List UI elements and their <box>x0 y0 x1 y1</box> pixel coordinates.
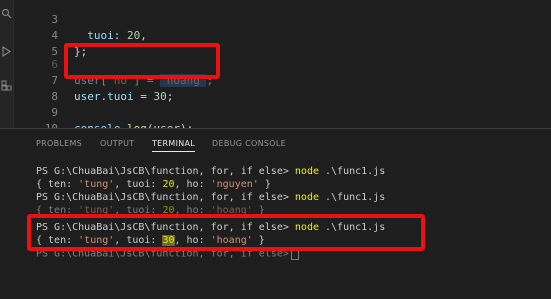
search-icon[interactable] <box>1 8 12 19</box>
activity-bar <box>0 0 14 128</box>
code-line-10: 10 <box>14 105 551 135</box>
vscode-window: 3 tuoi: 20, 4 }; 5 6 user["ho"] = 'hoang… <box>0 0 551 299</box>
tab-terminal[interactable]: TERMINAL <box>152 137 196 152</box>
code-line-3: 3 tuoi: 20, <box>14 0 551 42</box>
extensions-icon[interactable] <box>1 80 12 91</box>
code-editor[interactable]: 3 tuoi: 20, 4 }; 5 6 user["ho"] = 'hoang… <box>14 0 551 135</box>
code-line-9: 9 console.log(user); <box>14 89 551 135</box>
annotation-box-code <box>64 43 220 79</box>
annotation-box-terminal <box>27 214 425 251</box>
tab-debug-console[interactable]: DEBUG CONSOLE <box>212 137 286 151</box>
terminal-line: PS G:\ChuaBai\JsCB\function, for, if els… <box>36 166 386 177</box>
terminal-output: { ten: 'tung', tuoi: 20, ho: 'nguyen' } <box>36 179 271 190</box>
tab-output[interactable]: OUTPUT <box>100 137 134 151</box>
panel-tabs: PROBLEMS OUTPUT TERMINAL DEBUG CONSOLE <box>0 129 551 157</box>
terminal-line: PS G:\ChuaBai\JsCB\function, for, if els… <box>36 192 386 203</box>
bottom-panel: PROBLEMS OUTPUT TERMINAL DEBUG CONSOLE P… <box>0 128 551 299</box>
tab-problems[interactable]: PROBLEMS <box>36 137 82 151</box>
run-debug-icon[interactable] <box>1 45 12 58</box>
code-line-4: 4 }; <box>14 12 551 58</box>
